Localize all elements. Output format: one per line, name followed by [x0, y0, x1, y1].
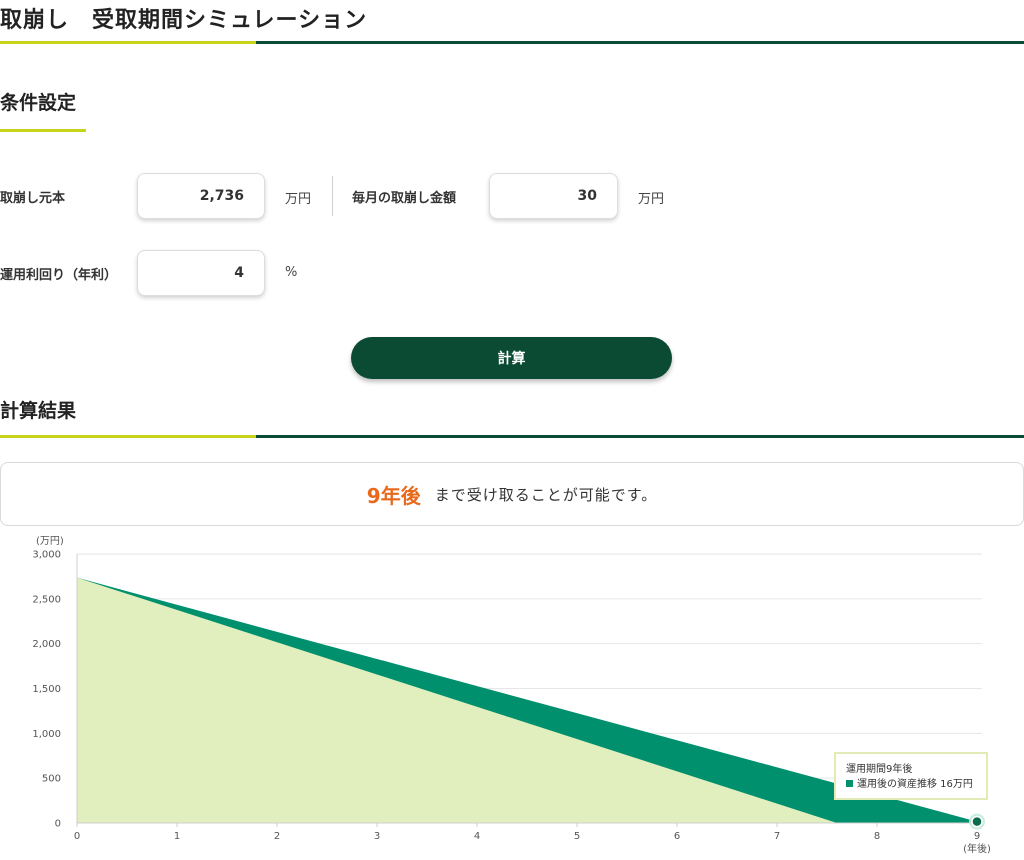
monthly-unit: 万円 — [638, 192, 665, 207]
x-tick-label: 3 — [374, 831, 380, 842]
page-title: 取崩し 受取期間シミュレーション — [0, 8, 368, 33]
x-unit-label: (年後) — [963, 842, 991, 855]
y-tick-label: 0 — [55, 819, 61, 830]
conditions-title: 条件設定 — [0, 92, 77, 114]
y-tick-label: 3,000 — [32, 550, 61, 561]
result-box: 9年後 まで受け取ることが可能です。 — [0, 462, 1024, 526]
rate-label: 運用利回り（年利） — [0, 268, 118, 283]
monthly-label: 毎月の取崩し金額 — [352, 191, 457, 206]
y-tick-label: 1,000 — [32, 729, 61, 740]
conditions-underline — [0, 129, 86, 132]
x-tick-label: 2 — [274, 831, 280, 842]
rate-input[interactable] — [137, 250, 265, 296]
form-divider — [332, 176, 333, 216]
monthly-input[interactable] — [489, 173, 618, 219]
rate-unit: % — [285, 265, 298, 280]
result-message: まで受け取ることが可能です。 — [434, 485, 658, 504]
y-tick-label: 500 — [42, 774, 61, 785]
tooltip-title: 運用期間9年後 — [846, 764, 913, 775]
result-years: 9年後 — [366, 483, 421, 508]
asset-chart: 0 500 1,000 1,500 2,000 2,500 3,000 (万円) 0 1 2 3 4 5 6… — [32, 536, 991, 855]
x-tick-label: 7 — [774, 831, 780, 842]
principal-input[interactable] — [137, 173, 265, 219]
y-tick-label: 1,500 — [32, 684, 61, 695]
results-rule — [0, 435, 1024, 438]
x-tick-label: 6 — [674, 831, 680, 842]
series-swatch-icon — [846, 780, 853, 787]
tooltip-value: 運用後の資産推移 16万円 — [857, 779, 973, 790]
tooltip-series: 運用後の資産推移 16万円 — [846, 777, 986, 792]
calculate-button[interactable]: 計算 — [351, 337, 672, 379]
principal-label: 取崩し元本 — [0, 191, 66, 206]
principal-unit: 万円 — [285, 192, 312, 207]
end-point-marker — [971, 815, 983, 828]
x-tick-label: 9 — [974, 831, 980, 842]
y-tick-label: 2,500 — [32, 594, 61, 605]
results-title: 計算結果 — [0, 400, 77, 422]
x-tick-label: 5 — [574, 831, 580, 842]
x-tick-label: 1 — [174, 831, 180, 842]
x-tick-label: 8 — [874, 831, 880, 842]
title-rule — [0, 41, 1024, 44]
y-unit-label: (万円) — [36, 536, 64, 547]
x-tick-label: 0 — [74, 831, 80, 842]
chart-tooltip: 運用期間9年後 運用後の資産推移 16万円 — [834, 752, 988, 800]
y-tick-label: 2,000 — [32, 639, 61, 650]
x-tick-label: 4 — [474, 831, 480, 842]
